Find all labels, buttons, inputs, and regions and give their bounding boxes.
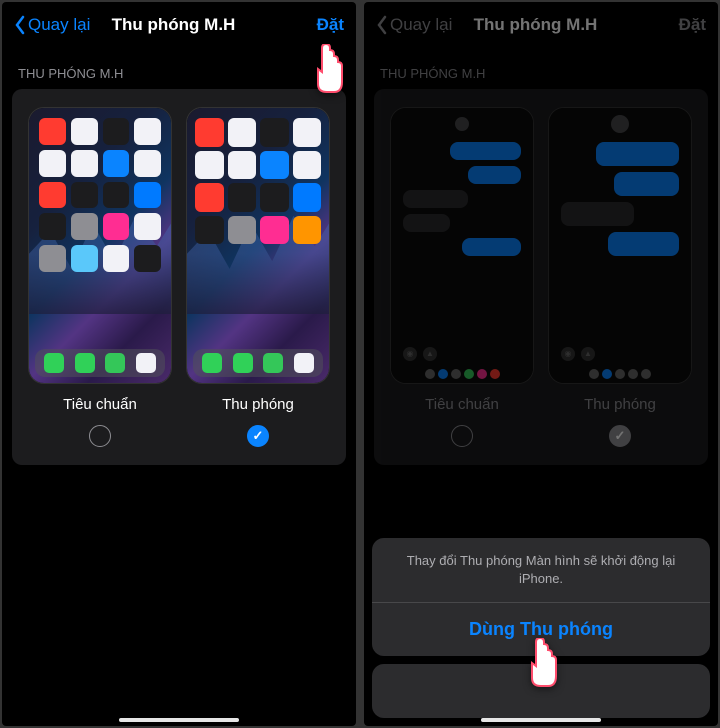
avatar-icon	[455, 117, 469, 131]
preview-container: Tiêu chuẩn Thu phóng	[12, 89, 346, 465]
section-header: THU PHÓNG M.H	[364, 48, 718, 89]
section-header: THU PHÓNG M.H	[2, 48, 356, 89]
pointer-cursor-icon	[520, 638, 562, 690]
apps-icon: ▲	[581, 347, 595, 361]
chevron-left-icon	[376, 15, 388, 35]
preview-standard[interactable]: ◉▲ Tiêu chuẩn	[390, 107, 534, 447]
phone-left: Quay lại Thu phóng M.H Đặt THU PHÓNG M.H	[2, 2, 356, 726]
sheet-message: Thay đổi Thu phóng Màn hình sẽ khởi động…	[372, 538, 710, 602]
preview-label-standard: Tiêu chuẩn	[63, 396, 137, 413]
set-button[interactable]: Đặt	[679, 15, 706, 35]
preview-zoomed[interactable]: ◉▲ Thu phóng	[548, 107, 692, 447]
preview-label-zoomed: Thu phóng	[584, 396, 656, 413]
camera-icon: ◉	[403, 347, 417, 361]
preview-container: ◉▲ Tiêu chuẩn ◉▲	[374, 89, 708, 465]
radio-standard[interactable]	[451, 425, 473, 447]
home-indicator[interactable]	[481, 718, 601, 722]
nav-bar: Quay lại Thu phóng M.H Đặt	[2, 2, 356, 48]
chat-input-bar: ◉▲	[555, 345, 685, 377]
preview-label-zoomed: Thu phóng	[222, 396, 294, 413]
pointer-cursor-icon	[306, 44, 348, 96]
chevron-left-icon	[14, 15, 26, 35]
chat-input-bar: ◉▲	[397, 345, 527, 377]
page-title: Thu phóng M.H	[392, 15, 678, 35]
radio-zoomed[interactable]	[609, 425, 631, 447]
preview-device-standard: ◉▲	[390, 107, 534, 384]
nav-bar: Quay lại Thu phóng M.H Đặt	[364, 2, 718, 48]
action-sheet: Thay đổi Thu phóng Màn hình sẽ khởi động…	[372, 538, 710, 718]
preview-label-standard: Tiêu chuẩn	[425, 396, 499, 413]
apps-icon: ▲	[423, 347, 437, 361]
set-button[interactable]: Đặt	[317, 15, 344, 35]
radio-standard[interactable]	[89, 425, 111, 447]
preview-device-zoomed	[186, 107, 330, 384]
page-title: Thu phóng M.H	[30, 15, 316, 35]
avatar-icon	[611, 115, 629, 133]
preview-device-zoomed: ◉▲	[548, 107, 692, 384]
preview-device-standard	[28, 107, 172, 384]
camera-icon: ◉	[561, 347, 575, 361]
preview-zoomed[interactable]: Thu phóng	[186, 107, 330, 447]
preview-standard[interactable]: Tiêu chuẩn	[28, 107, 172, 447]
radio-zoomed[interactable]	[247, 425, 269, 447]
home-indicator[interactable]	[119, 718, 239, 722]
phone-right: Quay lại Thu phóng M.H Đặt THU PHÓNG M.H…	[364, 2, 718, 726]
